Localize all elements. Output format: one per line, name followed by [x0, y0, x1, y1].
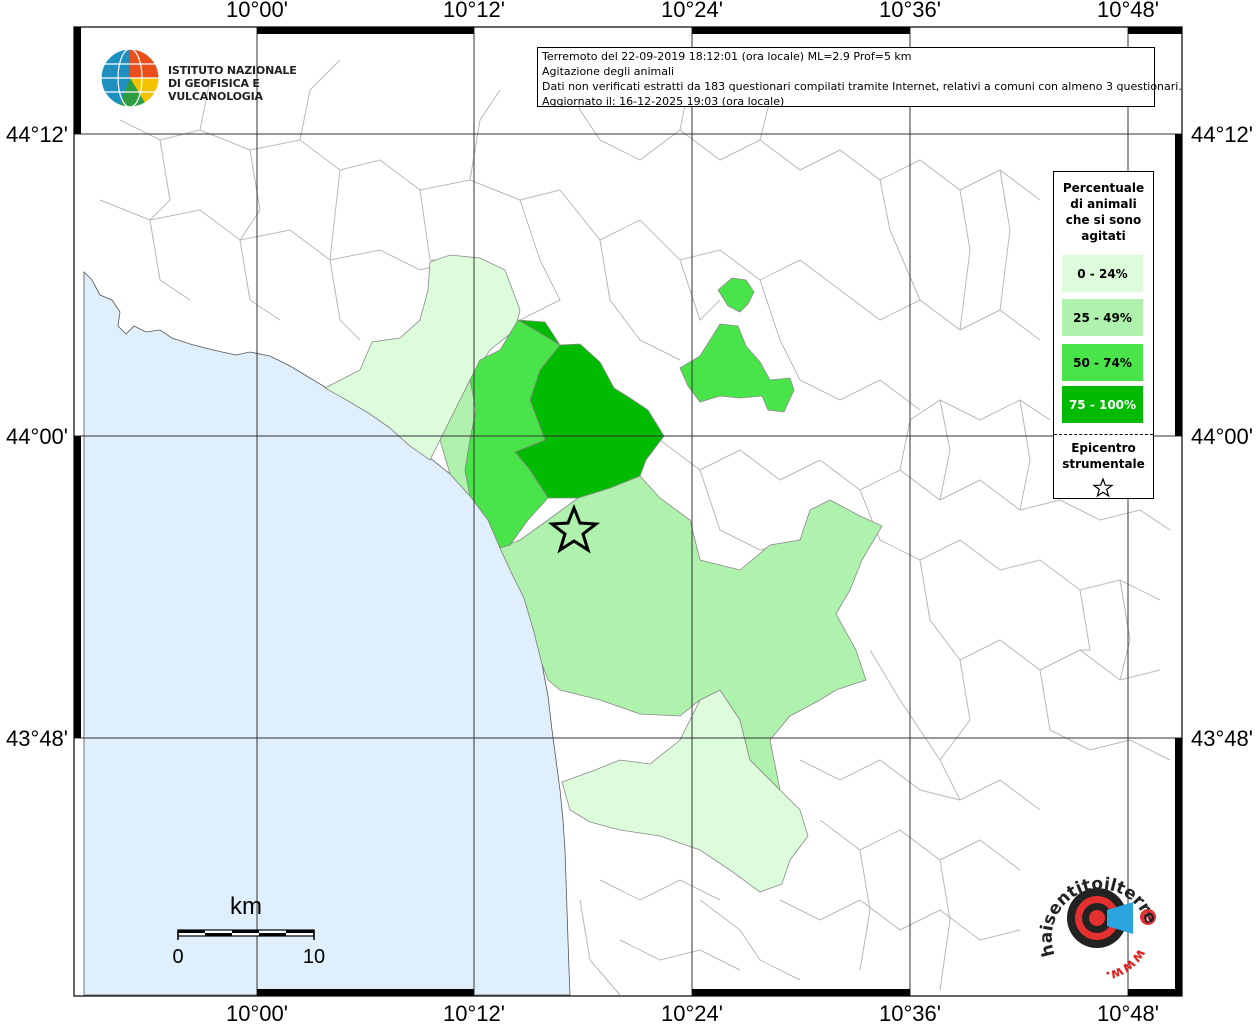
- lat-label-left: 43°48': [6, 726, 68, 751]
- lat-label-left: 44°00': [6, 424, 68, 449]
- legend-separator: [1054, 434, 1153, 435]
- info-updated: Aggiornato il: 16-12-2025 19:03 (ora loc…: [542, 95, 785, 108]
- legend-title-line: di animali: [1070, 197, 1137, 211]
- info-data-note: Dati non verificati estratti da 183 ques…: [542, 80, 1182, 93]
- legend-epicenter-line: Epicentro: [1071, 441, 1136, 455]
- legend-epicenter-label: Epicentro strumentale: [1054, 440, 1153, 472]
- lon-label-bottom: 10°24': [661, 1001, 723, 1024]
- lon-label-top: 10°36': [879, 0, 941, 22]
- legend-class-0-24: 0 - 24%: [1062, 255, 1143, 292]
- scale-max: 10: [303, 946, 325, 968]
- lat-label-right: 43°48': [1191, 726, 1253, 751]
- legend-title-line: agitati: [1081, 229, 1126, 243]
- lon-labels-top: 10°00' 10°12' 10°24' 10°36' 10°48': [226, 0, 1159, 22]
- legend-star-icon: [1092, 477, 1114, 498]
- lon-label-top: 10°12': [443, 0, 505, 22]
- lon-label-top: 10°48': [1097, 0, 1159, 22]
- info-topic: Agitazione degli animali: [542, 65, 675, 78]
- scale-bar: km 0 10: [170, 888, 330, 978]
- hst-logo-url: www.: [1104, 946, 1149, 984]
- lon-labels-bottom: 10°00' 10°12' 10°24' 10°36' 10°48': [226, 1001, 1159, 1024]
- legend-class-50-74: 50 - 74%: [1062, 344, 1143, 381]
- lat-labels-right: 44°12' 44°00' 43°48': [1191, 122, 1253, 751]
- lon-label-top: 10°00': [226, 0, 288, 22]
- lon-label-bottom: 10°48': [1097, 1001, 1159, 1024]
- hst-logo-graphic: ? haisentitoilterremoto.it www.: [1026, 845, 1161, 984]
- legend: Percentuale di animali che si sono agita…: [1053, 171, 1154, 499]
- legend-epicenter-line: strumentale: [1062, 457, 1145, 471]
- lon-label-top: 10°24': [661, 0, 723, 22]
- lat-label-right: 44°12': [1191, 122, 1253, 147]
- ingv-logo-line1: ISTITUTO NAZIONALE: [168, 64, 297, 77]
- ingv-logo-line2: DI GEOFISICA E VULCANOLOGIA: [168, 77, 263, 103]
- lat-label-left: 44°12': [6, 122, 68, 147]
- ingv-globe-icon: [100, 48, 160, 108]
- lon-label-bottom: 10°36': [879, 1001, 941, 1024]
- legend-title-line: Percentuale: [1062, 181, 1145, 195]
- scale-bar-graphic: km 0 10: [172, 893, 325, 968]
- scale-min: 0: [172, 946, 183, 968]
- legend-title: Percentuale di animali che si sono agita…: [1054, 172, 1153, 244]
- ingv-logo: ISTITUTO NAZIONALE DI GEOFISICA E VULCAN…: [100, 48, 320, 108]
- legend-class-75-100: 75 - 100%: [1062, 386, 1143, 423]
- info-box: Terremoto del 22-09-2019 18:12:01 (ora l…: [537, 47, 1182, 108]
- legend-title-line: che si sono: [1065, 213, 1142, 227]
- legend-class-25-49: 25 - 49%: [1062, 299, 1143, 336]
- scale-unit: km: [230, 893, 262, 920]
- lat-labels-left: 44°12' 44°00' 43°48': [6, 122, 68, 751]
- lat-label-right: 44°00': [1191, 424, 1253, 449]
- info-earthquake: Terremoto del 22-09-2019 18:12:01 (ora l…: [542, 50, 912, 63]
- lon-label-bottom: 10°12': [443, 1001, 505, 1024]
- lon-label-bottom: 10°00': [226, 1001, 288, 1024]
- hst-logo: ? haisentitoilterremoto.it www.: [1026, 845, 1165, 990]
